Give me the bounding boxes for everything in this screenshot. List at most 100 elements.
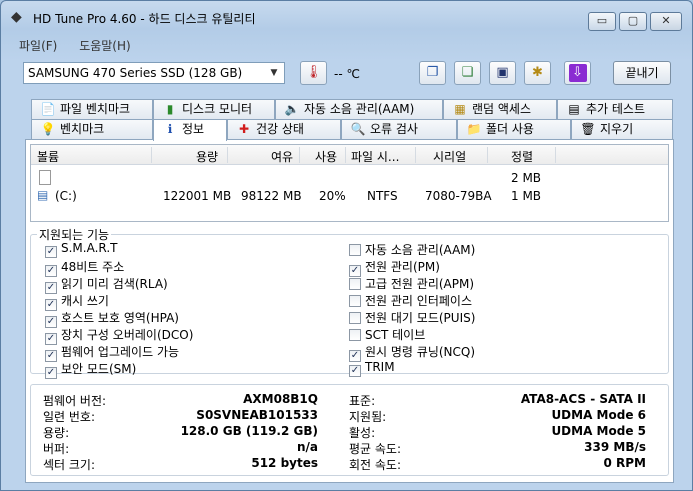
toolbar: SAMSUNG 470 Series SSD (128 GB) ▼ 🌡 -- ℃… (1, 59, 692, 93)
supported-mode-label: 지원됨: (349, 410, 387, 424)
settings-icon: ✱ (532, 65, 543, 80)
col-serial[interactable]: 시리얼 (433, 148, 466, 165)
active-mode-value: UDMA Mode 5 (551, 424, 646, 438)
feature-aam: 자동 소음 관리(AAM) (349, 241, 475, 258)
cell-alignment: 1 MB (511, 189, 542, 203)
firmware-label: 펌웨어 버전: (43, 394, 107, 408)
save-button[interactable]: ▣ (489, 61, 516, 85)
checkbox-unchecked (349, 278, 361, 290)
feature-apm: 고급 전원 관리(APM) (349, 275, 474, 292)
cell-volume: (C:) (55, 189, 77, 203)
feature-puis: 전원 대기 모드(PUIS) (349, 309, 475, 326)
tab-disk-monitor[interactable]: ▮ 디스크 모니터 (153, 99, 275, 119)
download-arrow-icon: ⇩ (568, 64, 587, 82)
exit-button[interactable]: 끝내기 (613, 61, 671, 85)
col-filesystem[interactable]: 파일 시... (351, 148, 399, 165)
feature-power-interface: 전원 관리 인터페이스 (349, 292, 472, 309)
drive-details-group: 펌웨어 버전: AXM08B1Q 일련 번호: S0SVNEAB101533 용… (30, 384, 669, 476)
info-panel: 볼륨 용량 여유 사용 파일 시... 시리얼 정렬 2 MB ▤ (C:) 1… (25, 139, 674, 483)
app-window: ◆ HD Tune Pro 4.60 - 하드 디스크 유틸리티 ▭ ▢ ✕ 파… (0, 0, 693, 491)
thermometer-button[interactable]: 🌡 (300, 61, 327, 85)
copy-screenshot-icon: ❏ (461, 65, 474, 80)
cell-alignment: 2 MB (511, 171, 542, 185)
title-bar: ◆ HD Tune Pro 4.60 - 하드 디스크 유틸리티 ▭ ▢ ✕ (1, 1, 692, 31)
app-icon: ◆ (11, 9, 22, 25)
download-button[interactable]: ⇩ (564, 61, 591, 85)
col-alignment[interactable]: 정렬 (511, 148, 533, 165)
copy-icon: ❐ (426, 65, 439, 80)
close-button[interactable]: ✕ (650, 12, 682, 31)
cell-free: 98122 MB (241, 189, 302, 203)
rotation-speed-value: 0 RPM (603, 456, 646, 470)
active-mode-label: 활성: (349, 426, 376, 440)
menu-help[interactable]: 도움말(H) (79, 37, 131, 54)
volume-list[interactable]: 볼륨 용량 여유 사용 파일 시... 시리얼 정렬 2 MB ▤ (C:) 1… (30, 144, 669, 222)
copy-info-button[interactable]: ❐ (419, 61, 446, 85)
benchmark-icon: 💡 (40, 122, 56, 136)
checkbox-unchecked (349, 295, 361, 307)
tab-file-benchmark[interactable]: 📄 파일 벤치마크 (31, 99, 153, 119)
checkbox-checked: ✓ (45, 246, 57, 258)
temperature-readout: -- ℃ (334, 67, 360, 81)
tab-benchmark[interactable]: 💡 벤치마크 (31, 119, 153, 139)
drive-select[interactable]: SAMSUNG 470 Series SSD (128 GB) ▼ (23, 62, 285, 84)
capacity-value: 128.0 GB (119.2 GB) (180, 424, 318, 438)
checkbox-unchecked (349, 329, 361, 341)
average-speed-label: 평균 속도: (349, 442, 402, 456)
drive-select-value: SAMSUNG 470 Series SSD (128 GB) (28, 66, 243, 80)
minimize-button[interactable]: ▭ (588, 12, 616, 31)
window-title: HD Tune Pro 4.60 - 하드 디스크 유틸리티 (33, 12, 256, 26)
feature-sct: SCT 테이브 (349, 326, 425, 343)
col-usage[interactable]: 사용 (315, 148, 337, 165)
checkbox-unchecked (349, 312, 361, 324)
random-access-icon: ▦ (454, 102, 466, 116)
blank-document-icon (39, 170, 51, 185)
cell-usage: 20% (319, 189, 346, 203)
tab-error-scan[interactable]: 🔍 오류 검사 (341, 119, 457, 139)
file-benchmark-icon: 📄 (40, 102, 56, 116)
feature-smart: ✓ S.M.A.R.T (45, 241, 118, 258)
tab-health[interactable]: ✚ 건강 상태 (227, 119, 341, 139)
feature-trim: ✓ TRIM (349, 360, 395, 377)
speaker-icon: 🔈 (284, 102, 300, 116)
copy-screenshot-button[interactable]: ❏ (454, 61, 481, 85)
firmware-value: AXM08B1Q (243, 392, 318, 406)
buffer-value: n/a (296, 440, 318, 454)
capacity-label: 용량: (43, 426, 70, 440)
buffer-label: 버퍼: (43, 442, 70, 456)
col-free[interactable]: 여유 (271, 148, 293, 165)
chevron-down-icon: ▼ (270, 68, 278, 78)
options-button[interactable]: ✱ (524, 61, 551, 85)
cell-capacity: 122001 MB (163, 189, 232, 203)
disk-monitor-icon: ▮ (166, 102, 174, 116)
health-cross-icon: ✚ (238, 122, 250, 136)
drive-c-icon: ▤ (37, 188, 49, 202)
serial-value: S0SVNEAB101533 (196, 408, 318, 422)
tab-erase[interactable]: 🗑 지우기 (571, 119, 673, 139)
supported-features-group: 지원되는 기능 ✓ S.M.A.R.T ✓ 48비트 주소 ✓ 읽기 미리 검색(RL… (30, 226, 669, 379)
serial-label: 일련 번호: (43, 410, 96, 424)
sector-size-value: 512 bytes (251, 456, 318, 470)
tab-random-access[interactable]: ▦ 랜덤 액세스 (443, 99, 557, 119)
magnifier-icon: 🔍 (350, 122, 366, 136)
tab-aam[interactable]: 🔈 자동 소음 관리(AAM) (275, 99, 443, 119)
tab-extra-tests[interactable]: ▤ 추가 테스트 (557, 99, 673, 119)
menu-file[interactable]: 파일(F) (19, 37, 57, 54)
menu-bar: 파일(F) 도움말(H) (19, 37, 149, 55)
tab-info[interactable]: ℹ 정보 (153, 119, 227, 141)
volume-list-header: 볼륨 용량 여유 사용 파일 시... 시리얼 정렬 (31, 145, 668, 165)
floppy-disk-icon: ▣ (496, 65, 509, 80)
standard-label: 표준: (349, 394, 376, 408)
col-capacity[interactable]: 용량 (196, 148, 218, 165)
average-speed-value: 339 MB/s (584, 440, 646, 454)
standard-value: ATA8-ACS - SATA II (520, 392, 646, 406)
col-volume[interactable]: 볼륨 (37, 148, 59, 165)
maximize-button[interactable]: ▢ (619, 12, 647, 31)
thermometer-icon: 🌡 (305, 65, 322, 80)
folder-icon: 📁 (466, 122, 482, 136)
sector-size-label: 섹터 크기: (43, 458, 96, 472)
checkbox-checked: ✓ (45, 367, 57, 379)
checkbox-checked: ✓ (349, 365, 361, 377)
tab-folder-usage[interactable]: 📁 폴더 사용 (457, 119, 571, 139)
rotation-speed-label: 회전 속도: (349, 458, 402, 472)
